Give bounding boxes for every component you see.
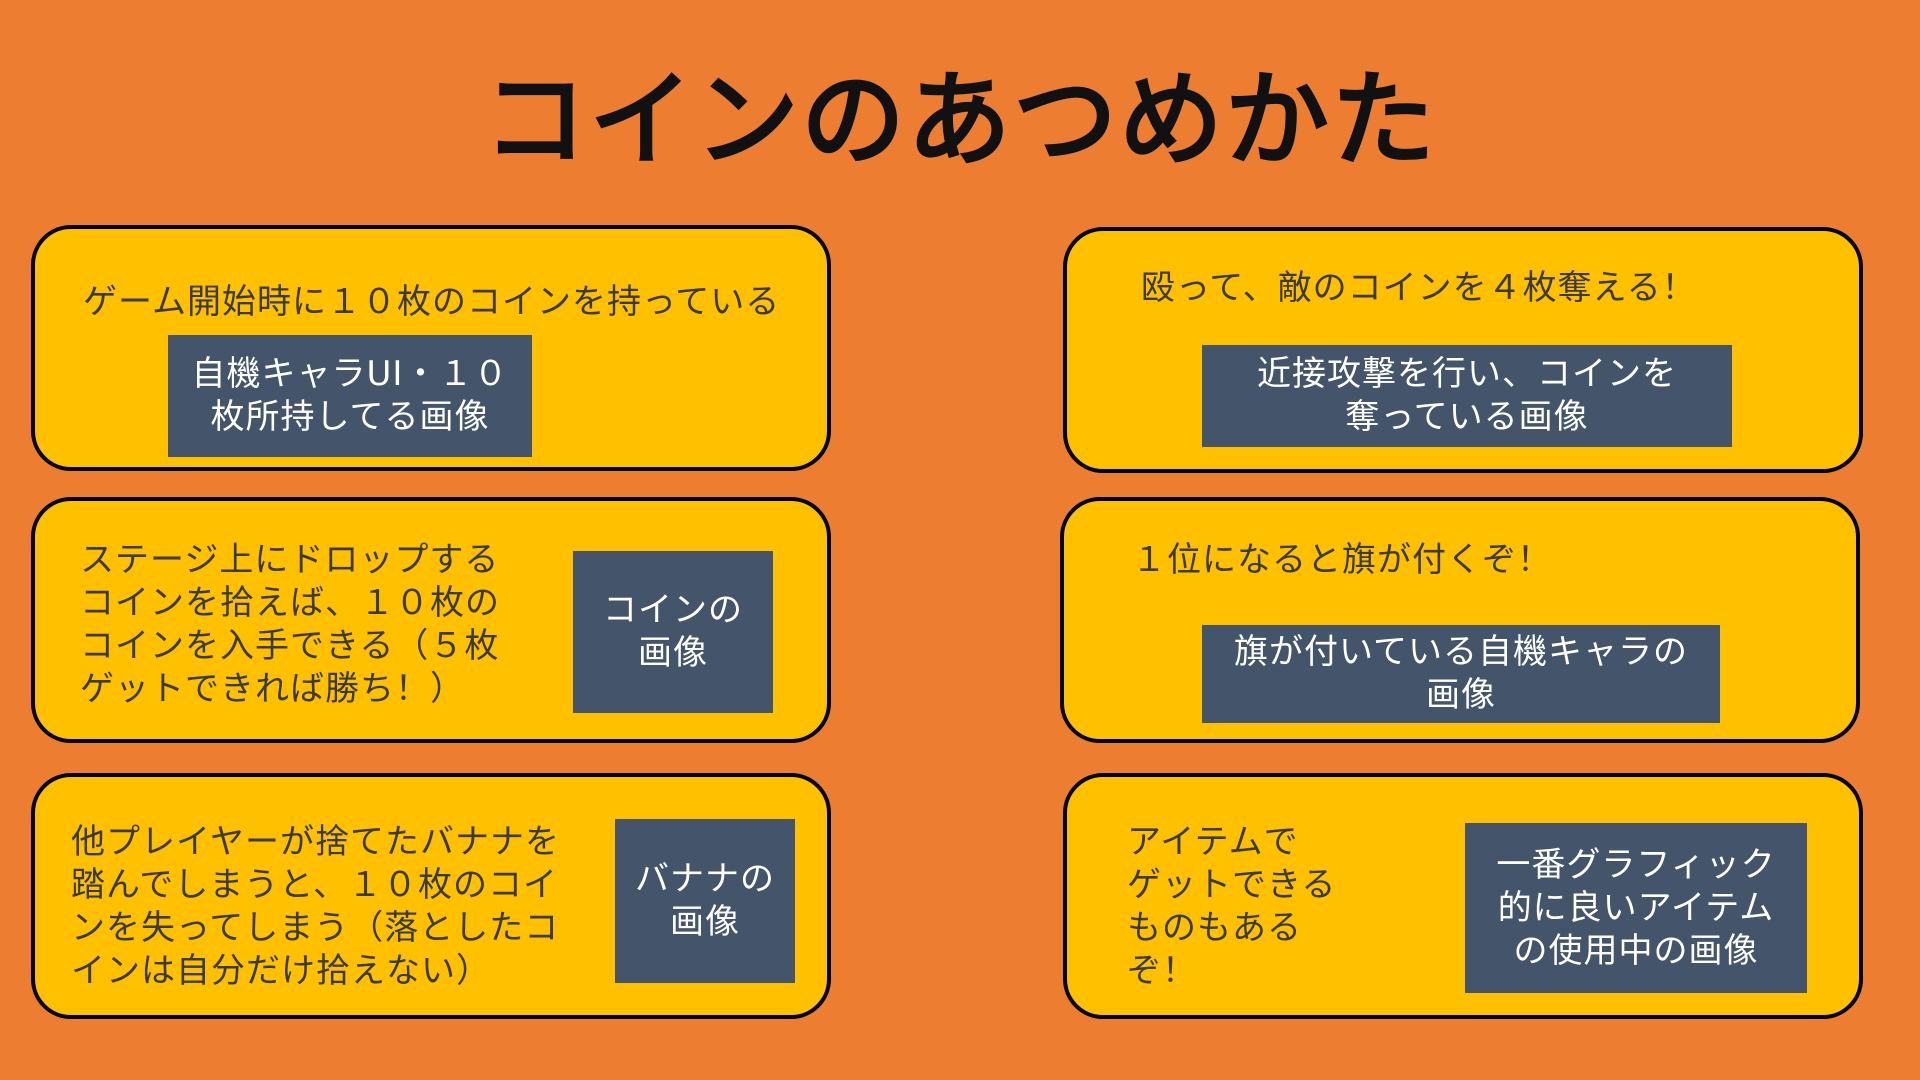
card-banana-penalty: 他プレイヤーが捨てたバナナを 踏んでしまうと、１０枚のコイ ンを失ってしまう（落… (31, 773, 831, 1019)
image-placeholder: 旗が付いている自機キャラの 画像 (1202, 625, 1720, 723)
card-text: 殴って、敵のコインを４枚奪える！ (1141, 268, 1697, 308)
image-placeholder: コインの 画像 (573, 551, 773, 713)
card-steal-coins: 殴って、敵のコインを４枚奪える！ 近接攻撃を行い、コインを 奪っている画像 (1063, 227, 1863, 473)
card-text: ステージ上にドロップする コインを拾えば、１０枚の コインを入手できる（５枚 ゲ… (80, 540, 500, 709)
image-placeholder: バナナの 画像 (615, 819, 795, 983)
card-text: アイテムで ゲットできる ものもある ぞ！ (1127, 822, 1337, 991)
card-item-coins: アイテムで ゲットできる ものもある ぞ！ 一番グラフィック 的に良いアイテム … (1063, 773, 1863, 1019)
image-placeholder: 一番グラフィック 的に良いアイテム の使用中の画像 (1465, 823, 1807, 993)
card-starting-coins: ゲーム開始時に１０枚のコインを持っている 自機キャラUI・１０ 枚所持してる画像 (31, 225, 831, 471)
card-pickup-coins: ステージ上にドロップする コインを拾えば、１０枚の コインを入手できる（５枚 ゲ… (31, 497, 831, 743)
card-text: １位になると旗が付くぞ！ (1132, 540, 1552, 580)
card-text: ゲーム開始時に１０枚のコインを持っている (83, 282, 781, 322)
card-text: 他プレイヤーが捨てたバナナを 踏んでしまうと、１０枚のコイ ンを失ってしまう（落… (71, 822, 560, 991)
slide-title: コインのあつめかた (482, 59, 1437, 181)
card-first-place-flag: １位になると旗が付くぞ！ 旗が付いている自機キャラの 画像 (1060, 497, 1860, 743)
image-placeholder: 自機キャラUI・１０ 枚所持してる画像 (168, 335, 532, 457)
image-placeholder: 近接攻撃を行い、コインを 奪っている画像 (1202, 345, 1732, 447)
